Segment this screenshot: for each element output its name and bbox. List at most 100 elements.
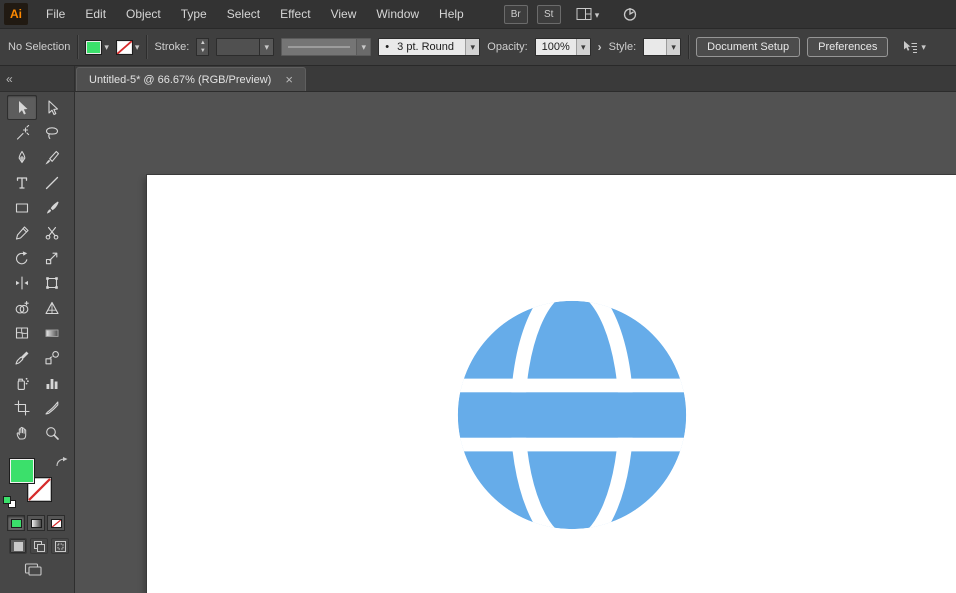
free-transform-tool[interactable] [37, 270, 67, 295]
brush-definition-dropdown[interactable] [281, 38, 372, 56]
chevron-right-icon[interactable] [598, 40, 602, 54]
symbol-sprayer-tool[interactable] [7, 370, 37, 395]
chevron-down-icon [595, 7, 600, 21]
document-tab[interactable]: Untitled-5* @ 66.67% (RGB/Preview) × [76, 67, 306, 91]
pencil-tool[interactable] [7, 220, 37, 245]
slice-tool[interactable] [37, 395, 67, 420]
rotate-tool[interactable] [7, 245, 37, 270]
main-area: « Untitled-5* @ 66.67% (RGB/Preview) × [0, 66, 956, 593]
shape-builder-tool[interactable] [7, 295, 37, 320]
close-tab-icon[interactable]: × [285, 73, 293, 86]
color-button[interactable] [7, 515, 25, 531]
illustrator-window: Ai File Edit Object Type Select Effect V… [0, 0, 956, 593]
power-icon[interactable] [622, 6, 638, 22]
app-logo-icon: Ai [4, 3, 28, 25]
chevron-down-icon [921, 41, 926, 53]
menubar-right-cluster: Br St [503, 4, 639, 24]
control-bar: No Selection Stroke: ▲ ▼ • 3 pt [0, 28, 956, 66]
chevron-down-icon[interactable] [104, 41, 109, 53]
tools-grid [7, 95, 74, 445]
opacity-field[interactable]: 100% [534, 38, 591, 56]
dropdown-button[interactable] [259, 39, 274, 55]
scissors-tool[interactable] [37, 220, 67, 245]
menu-object[interactable]: Object [116, 1, 171, 27]
fill-color-swatch[interactable] [85, 39, 103, 55]
gradient-button[interactable] [27, 515, 45, 531]
gradient-chip [30, 518, 42, 528]
artboard [147, 175, 956, 593]
profile-value: 3 pt. Round [397, 41, 455, 53]
screen-mode-icon [24, 563, 42, 576]
column-graph-tool[interactable] [37, 370, 67, 395]
blend-tool[interactable] [37, 345, 67, 370]
style-button[interactable]: St [536, 4, 561, 24]
opacity-label[interactable]: Opacity: [487, 41, 527, 53]
menu-window[interactable]: Window [366, 1, 429, 27]
preferences-button[interactable]: Preferences [807, 37, 889, 57]
menu-view[interactable]: View [321, 1, 367, 27]
dropdown-button[interactable] [666, 39, 681, 55]
swap-fill-stroke-icon[interactable] [55, 456, 68, 474]
menu-effect[interactable]: Effect [270, 1, 320, 27]
dropdown-button[interactable] [356, 39, 371, 55]
default-fill-stroke-icon[interactable] [3, 496, 17, 509]
artboard-tool[interactable] [7, 395, 37, 420]
line-segment-tool[interactable] [37, 170, 67, 195]
brush-preview [288, 46, 351, 48]
document-tab-bar: Untitled-5* @ 66.67% (RGB/Preview) × [75, 66, 956, 92]
variable-width-profile-dropdown[interactable]: • 3 pt. Round [378, 38, 481, 56]
chevron-down-icon[interactable] [135, 41, 140, 53]
style-dropdown[interactable] [643, 38, 682, 56]
stroke-weight-stepper[interactable]: ▲ ▼ [196, 38, 210, 56]
selection-tool[interactable] [7, 95, 37, 120]
stepper-up-icon[interactable]: ▲ [197, 39, 208, 47]
globe-artwork[interactable] [454, 297, 690, 533]
zoom-tool[interactable] [37, 420, 67, 445]
stroke-weight-dropdown[interactable] [216, 38, 275, 56]
canvas[interactable] [75, 92, 956, 593]
cursor-options-control[interactable] [901, 40, 926, 55]
menubar: Ai File Edit Object Type Select Effect V… [0, 0, 956, 28]
stepper-down-icon[interactable]: ▼ [197, 47, 208, 55]
screen-mode-button[interactable] [24, 562, 74, 577]
scale-tool[interactable] [37, 245, 67, 270]
width-tool[interactable] [7, 270, 37, 295]
hand-tool[interactable] [7, 420, 37, 445]
draw-normal-button[interactable] [9, 538, 27, 554]
dropdown-button[interactable] [575, 39, 590, 55]
color-chip [10, 518, 22, 528]
fill-color-control[interactable] [85, 39, 109, 55]
menu-file[interactable]: File [36, 1, 75, 27]
perspective-grid-tool[interactable] [37, 295, 67, 320]
gradient-tool[interactable] [37, 320, 67, 345]
paintbrush-tool[interactable] [37, 195, 67, 220]
menu-help[interactable]: Help [429, 1, 474, 27]
collapse-panel-icon[interactable]: « [6, 72, 13, 86]
none-button[interactable] [47, 515, 65, 531]
brush-pen-tool[interactable] [37, 145, 67, 170]
rectangle-tool[interactable] [7, 195, 37, 220]
magic-wand-tool[interactable] [7, 120, 37, 145]
direct-selection-tool[interactable] [37, 95, 67, 120]
type-tool[interactable] [7, 170, 37, 195]
menu-select[interactable]: Select [217, 1, 270, 27]
eyedropper-tool[interactable] [7, 345, 37, 370]
pen-tool[interactable] [7, 145, 37, 170]
draw-inside-button[interactable] [51, 538, 69, 554]
fill-stroke-indicator [0, 453, 74, 511]
dropdown-button[interactable] [465, 39, 480, 55]
menu-type[interactable]: Type [171, 1, 217, 27]
bridge-button[interactable]: Br [503, 4, 528, 24]
mesh-tool[interactable] [7, 320, 37, 345]
tool-panel: « [0, 66, 75, 593]
menu-edit[interactable]: Edit [75, 1, 116, 27]
drawing-mode-buttons [9, 538, 74, 554]
draw-behind-button[interactable] [30, 538, 48, 554]
stroke-color-control[interactable] [115, 39, 140, 55]
workspace-switcher[interactable] [576, 7, 600, 21]
document-setup-button[interactable]: Document Setup [696, 37, 801, 57]
stroke-color-swatch[interactable] [115, 39, 133, 55]
fill-proxy-swatch[interactable] [9, 458, 35, 484]
lasso-tool[interactable] [37, 120, 67, 145]
cursor-options-icon [901, 40, 918, 55]
